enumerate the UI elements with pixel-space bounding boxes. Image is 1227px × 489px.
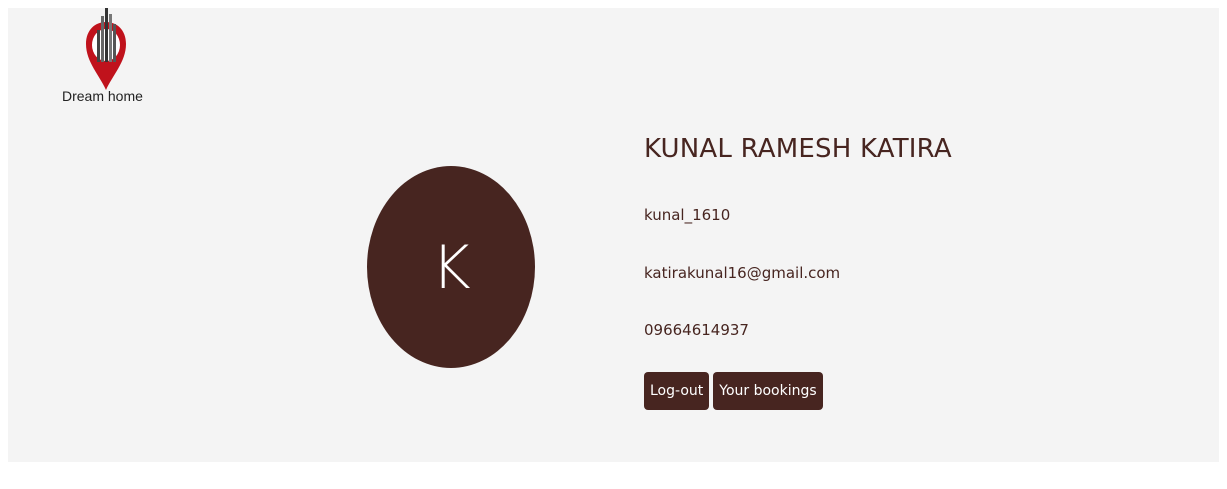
profile-actions: Log-out Your bookings <box>644 372 823 410</box>
your-bookings-button[interactable]: Your bookings <box>713 372 823 410</box>
profile-name: KUNAL RAMESH KATIRA <box>644 134 952 164</box>
profile-page: Dream home K KUNAL RAMESH KATIRA kunal_1… <box>8 8 1219 462</box>
location-pin-building-icon <box>86 8 126 90</box>
profile-phone: 09664614937 <box>644 321 749 339</box>
avatar-initial: K <box>431 233 471 303</box>
profile-username: kunal_1610 <box>644 206 731 224</box>
profile-email: katirakunal16@gmail.com <box>644 264 841 282</box>
avatar: K <box>367 166 535 368</box>
logout-button[interactable]: Log-out <box>644 372 710 410</box>
logo-text: Dream home <box>62 88 143 104</box>
site-logo[interactable]: Dream home <box>60 8 150 108</box>
